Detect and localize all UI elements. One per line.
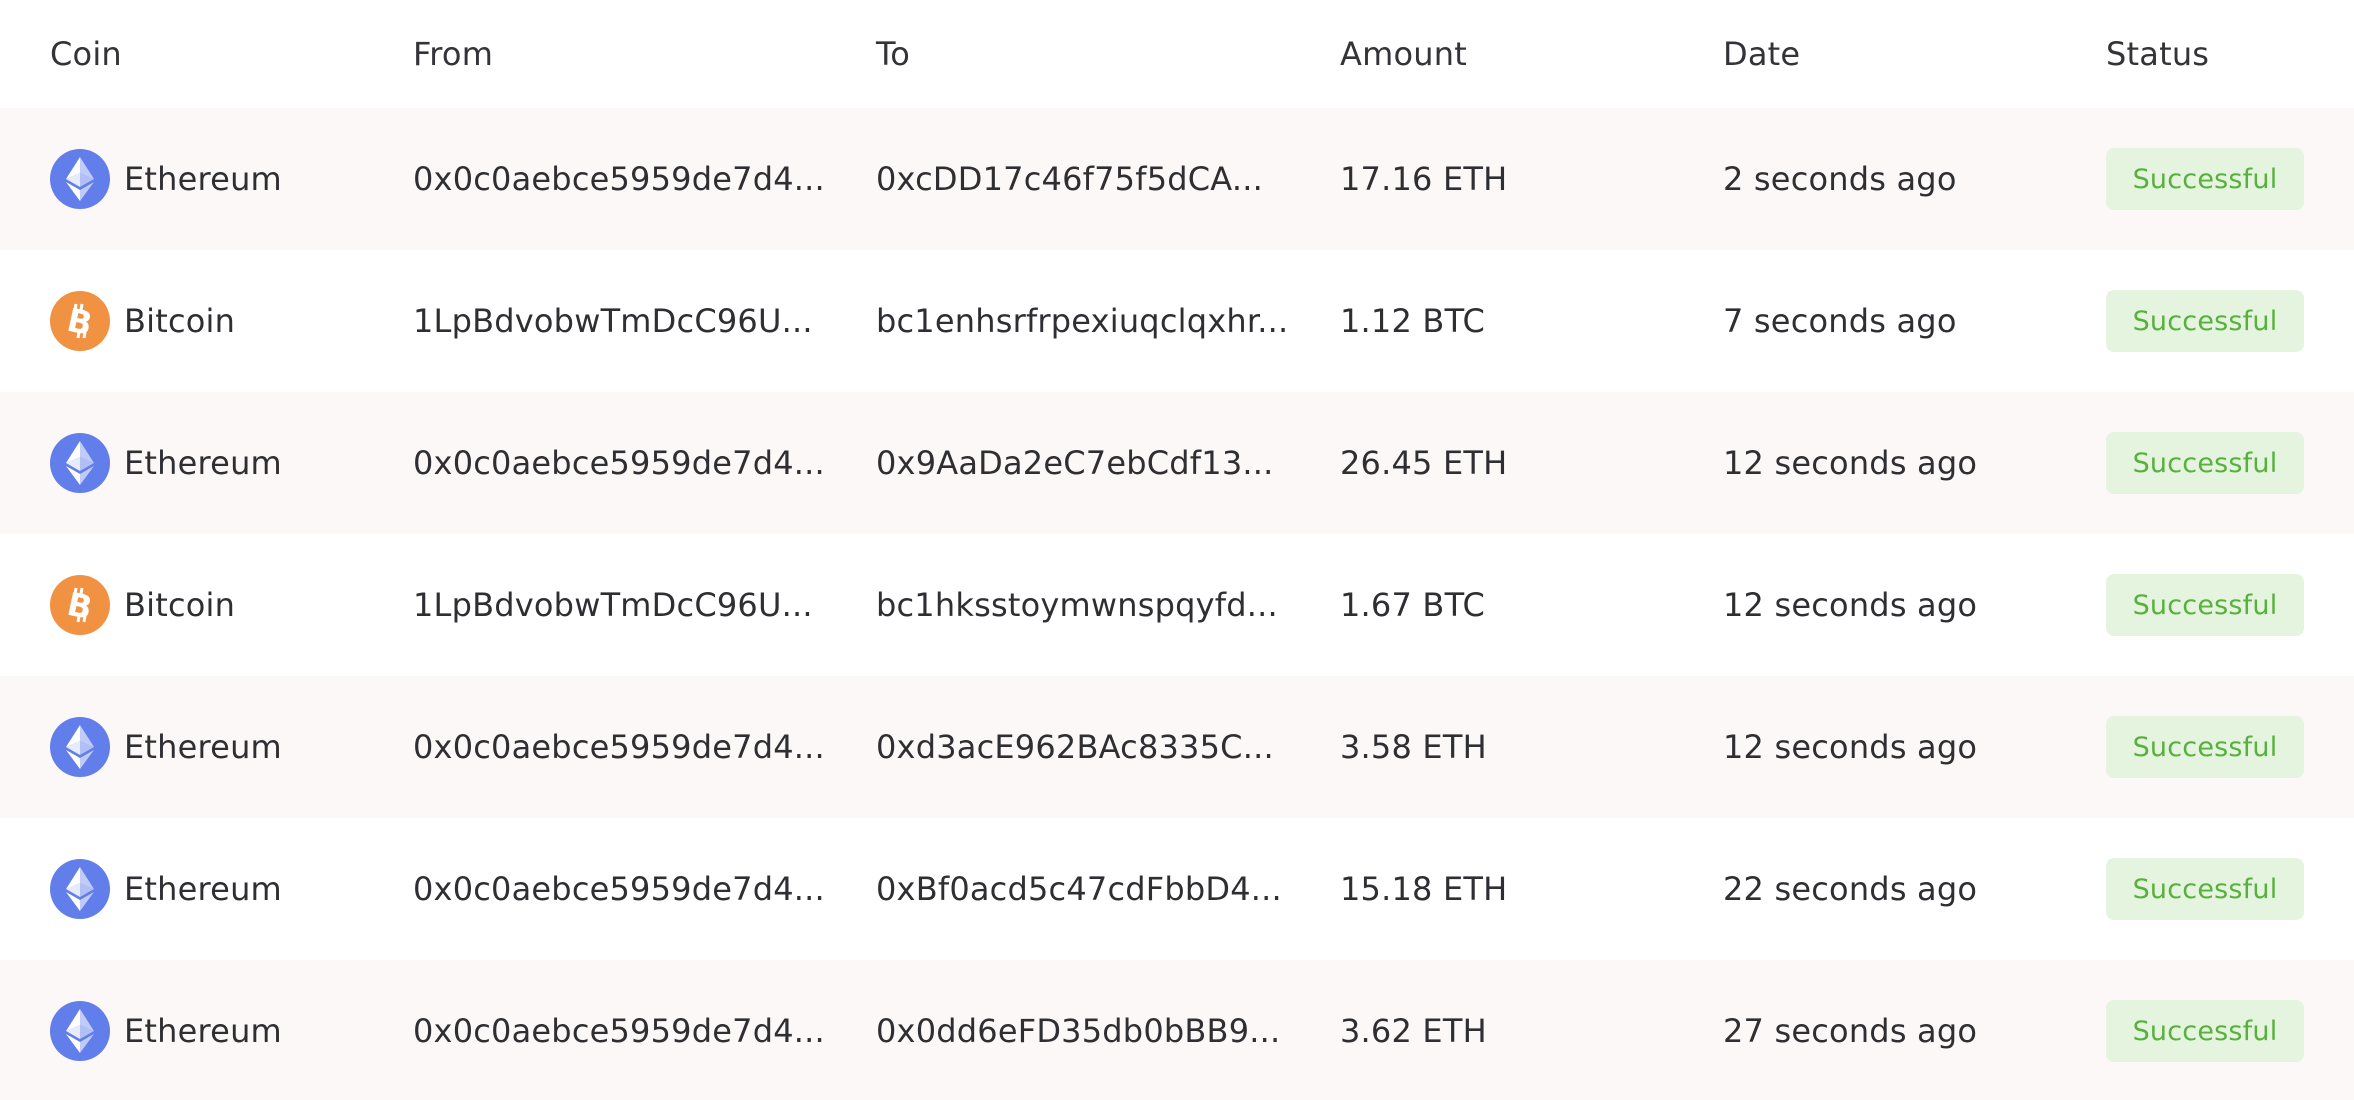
status-badge: Successful [2106, 858, 2304, 920]
status-badge: Successful [2106, 574, 2304, 636]
ethereum-icon [50, 1001, 110, 1061]
to-address[interactable]: 0x9AaDa2eC7ebCdf13... [876, 392, 1274, 534]
coin-name: Ethereum [124, 444, 282, 482]
to-address[interactable]: bc1enhsrfrpexiuqclqxhr... [876, 250, 1288, 392]
status-cell: Successful [2106, 108, 2304, 250]
table-row[interactable]: Ethereum 0x0c0aebce5959de7d4... 0xd3acE962… [0, 676, 2354, 818]
date: 27 seconds ago [1723, 1012, 1978, 1050]
status-cell: Successful [2106, 534, 2304, 676]
to-address[interactable]: 0xcDD17c46f75f5dCA... [876, 108, 1263, 250]
table-row[interactable]: Ethereum 0x0c0aebce5959de7d4... 0x0dd6eFD3… [0, 960, 2354, 1100]
coin-name: Bitcoin [124, 586, 236, 624]
ethereum-icon [50, 717, 110, 777]
status-badge: Successful [2106, 148, 2304, 210]
date: 2 seconds ago [1723, 160, 1957, 198]
from-address[interactable]: 0x0c0aebce5959de7d4... [413, 960, 825, 1100]
table-row[interactable]: Ethereum 0x0c0aebce5959de7d4... 0xBf0acd5c… [0, 818, 2354, 960]
column-header-to[interactable]: To [876, 0, 910, 108]
bitcoin-icon: B [50, 575, 110, 635]
to-address[interactable]: 0xBf0acd5c47cdFbbD4... [876, 818, 1282, 960]
amount: 3.62 ETH [1340, 1012, 1487, 1050]
amount: 17.16 ETH [1340, 160, 1508, 198]
from-address[interactable]: 1LpBdvobwTmDcC96U... [413, 534, 813, 676]
status-cell: Successful [2106, 250, 2304, 392]
coin-name: Ethereum [124, 160, 282, 198]
coin-cell: Ethereum [50, 960, 282, 1100]
from-address[interactable]: 0x0c0aebce5959de7d4... [413, 392, 825, 534]
coin-name: Ethereum [124, 1012, 282, 1050]
amount: 26.45 ETH [1340, 444, 1508, 482]
to-address[interactable]: 0xd3acE962BAc8335C... [876, 676, 1274, 818]
status-badge: Successful [2106, 1000, 2304, 1062]
amount: 15.18 ETH [1340, 870, 1508, 908]
amount: 1.12 BTC [1340, 302, 1485, 340]
status-cell: Successful [2106, 676, 2304, 818]
from-address[interactable]: 0x0c0aebce5959de7d4... [413, 818, 825, 960]
column-header-status[interactable]: Status [2106, 0, 2209, 108]
status-badge: Successful [2106, 432, 2304, 494]
table-header: Coin From To Amount Date Status [0, 0, 2354, 108]
column-header-coin[interactable]: Coin [50, 0, 122, 108]
status-cell: Successful [2106, 392, 2304, 534]
coin-name: Bitcoin [124, 302, 236, 340]
coin-cell: Ethereum [50, 108, 282, 250]
ethereum-icon [50, 149, 110, 209]
date: 22 seconds ago [1723, 870, 1978, 908]
coin-name: Ethereum [124, 728, 282, 766]
coin-name: Ethereum [124, 870, 282, 908]
date: 12 seconds ago [1723, 444, 1978, 482]
table-row[interactable]: B Bitcoin 1LpBdvobwTmDcC96U... bc1hksstoymw… [0, 534, 2354, 676]
coin-cell: B Bitcoin [50, 250, 235, 392]
amount: 3.58 ETH [1340, 728, 1487, 766]
status-cell: Successful [2106, 818, 2304, 960]
table-row[interactable]: Ethereum 0x0c0aebce5959de7d4... 0x9AaDa2eC… [0, 392, 2354, 534]
from-address[interactable]: 0x0c0aebce5959de7d4... [413, 108, 825, 250]
coin-cell: Ethereum [50, 676, 282, 818]
to-address[interactable]: bc1hksstoymwnspqyfd... [876, 534, 1278, 676]
coin-cell: Ethereum [50, 818, 282, 960]
date: 7 seconds ago [1723, 302, 1957, 340]
coin-cell: Ethereum [50, 392, 282, 534]
ethereum-icon [50, 433, 110, 493]
ethereum-icon [50, 859, 110, 919]
bitcoin-icon: B [50, 291, 110, 351]
status-badge: Successful [2106, 716, 2304, 778]
column-header-amount[interactable]: Amount [1340, 0, 1467, 108]
to-address[interactable]: 0x0dd6eFD35db0bBB9... [876, 960, 1280, 1100]
amount: 1.67 BTC [1340, 586, 1485, 624]
table-row[interactable]: B Bitcoin 1LpBdvobwTmDcC96U... bc1enhsrfrpe… [0, 250, 2354, 392]
status-cell: Successful [2106, 960, 2304, 1100]
from-address[interactable]: 0x0c0aebce5959de7d4... [413, 676, 825, 818]
from-address[interactable]: 1LpBdvobwTmDcC96U... [413, 250, 813, 392]
coin-cell: B Bitcoin [50, 534, 235, 676]
column-header-from[interactable]: From [413, 0, 493, 108]
column-header-date[interactable]: Date [1723, 0, 1800, 108]
date: 12 seconds ago [1723, 586, 1978, 624]
status-badge: Successful [2106, 290, 2304, 352]
date: 12 seconds ago [1723, 728, 1978, 766]
transactions-table: Coin From To Amount Date Status Ethereum… [0, 0, 2354, 1100]
table-row[interactable]: Ethereum 0x0c0aebce5959de7d4... 0xcDD17c46… [0, 108, 2354, 250]
